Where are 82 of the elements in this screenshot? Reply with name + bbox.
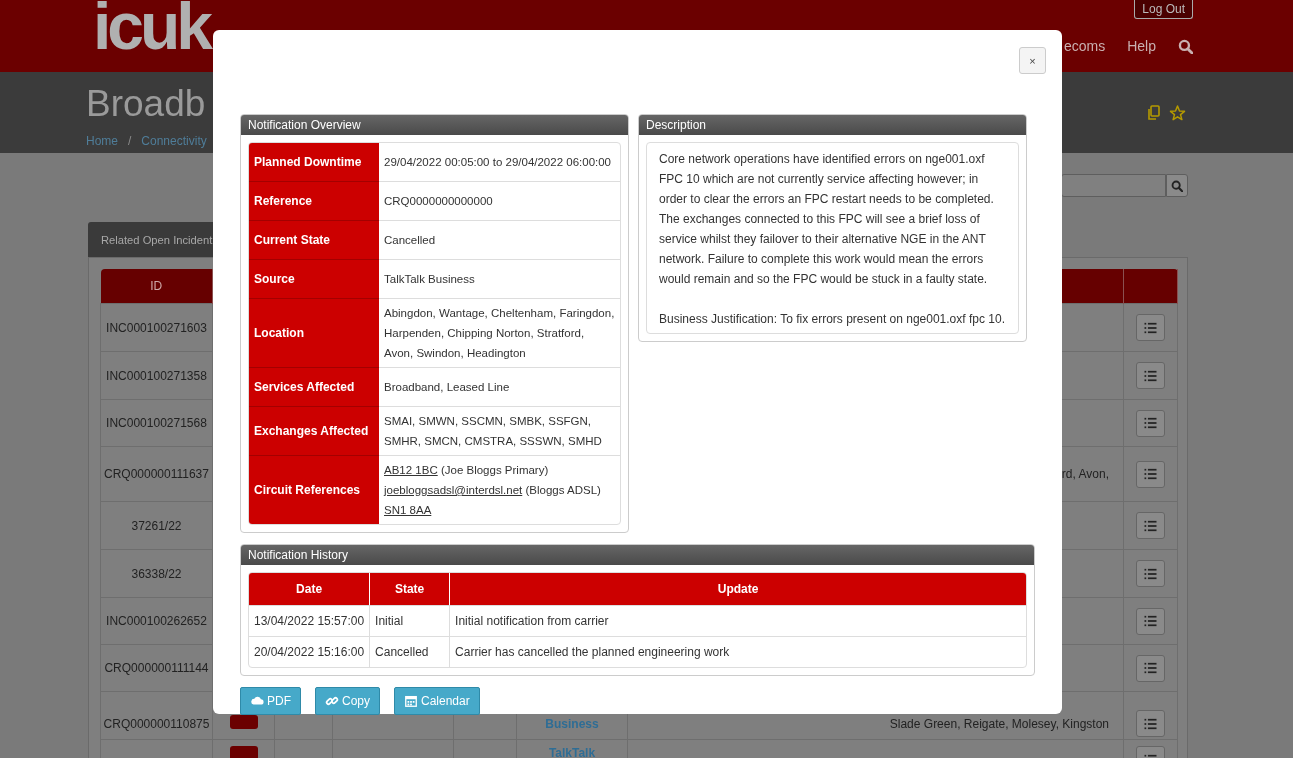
circuit-link[interactable]: AB12 1BC — [384, 464, 438, 476]
nav-link[interactable]: Help — [1127, 38, 1156, 54]
search-icon[interactable] — [1178, 38, 1193, 54]
table-cell: rd, Avon, — [1061, 467, 1109, 481]
field-value: CRQ0000000000000 — [379, 181, 620, 220]
details-button[interactable] — [1136, 710, 1165, 737]
table-cell: Initial — [369, 605, 450, 636]
column-header: Update — [449, 573, 1026, 605]
copy-icon[interactable] — [1146, 104, 1161, 121]
field-label: Current State — [249, 220, 379, 259]
details-button[interactable] — [1136, 409, 1165, 437]
close-button[interactable]: × — [1019, 47, 1046, 74]
page-title: Broadb — [86, 82, 207, 126]
details-button[interactable] — [1136, 654, 1165, 682]
column-header[interactable]: ID — [100, 269, 213, 304]
table-cell: Initial notification from carrier — [449, 605, 1026, 636]
circuit-note: (Bloggs ADSL) — [525, 484, 601, 496]
details-button[interactable] — [1136, 560, 1165, 587]
list-icon — [1144, 369, 1157, 382]
field-label: Reference — [249, 181, 379, 220]
table-cell: 20/04/2022 15:16:00 — [249, 636, 370, 667]
nav-link[interactable]: ecoms — [1063, 38, 1106, 54]
field-value: Abingdon, Wantage, Cheltenham, Faringdon, Harpenden, Chipping Norton, Stratford, Avon, Swindon, Headington — [379, 298, 620, 367]
table-cell: 13/04/2022 15:57:00 — [249, 605, 370, 636]
field-value: Cancelled — [379, 220, 620, 259]
link-icon — [325, 694, 339, 708]
list-icon — [1144, 468, 1157, 480]
field-label: Exchanges Affected — [249, 406, 379, 455]
table-cell: INC000100262652 — [106, 614, 207, 628]
search-button[interactable] — [1166, 174, 1188, 197]
table-cell: Cancelled — [369, 636, 450, 667]
details-button[interactable] — [1136, 512, 1165, 539]
list-icon — [1144, 717, 1157, 730]
table-cell: INC000100271358 — [106, 368, 207, 383]
table-cell: INC000100271568 — [106, 416, 207, 430]
field-label: Source — [249, 259, 379, 298]
field-label: Services Affected — [249, 367, 379, 406]
source-logo: Business — [545, 716, 599, 731]
list-icon — [1144, 567, 1157, 580]
field-label: Circuit References — [249, 455, 379, 524]
column-header: Date — [249, 573, 370, 605]
field-value: TalkTalk Business — [379, 259, 620, 298]
source-logo: TalkTalk — [548, 746, 596, 758]
table-cell: CRQ000000111144 — [104, 661, 209, 675]
search-icon — [1171, 179, 1183, 192]
table-cell: 36338/22 — [131, 566, 182, 581]
table-cell: INC000100271603 — [106, 320, 207, 335]
table-cell: CRQ000000111637 — [104, 467, 209, 481]
calendar-icon — [404, 694, 418, 708]
logo[interactable]: icuk — [93, 0, 210, 72]
list-icon — [1144, 519, 1157, 532]
description-text: Business Justification: To fix errors present on nge001.oxf fpc 10. — [659, 311, 1006, 328]
details-button[interactable] — [1136, 362, 1165, 389]
list-icon — [1144, 321, 1157, 334]
breadcrumb-separator: / — [128, 134, 132, 148]
field-label: Location — [249, 298, 379, 367]
list-icon — [1144, 615, 1157, 627]
panel-title: Notification History — [241, 545, 1034, 565]
table-cell: CRQ000000110875 — [103, 716, 210, 731]
star-icon[interactable] — [1169, 104, 1186, 121]
table-cell: Slade Green, Reigate, Molesey, Kingston — [889, 716, 1109, 731]
cloud-icon — [250, 694, 264, 708]
list-icon — [1144, 662, 1157, 674]
field-value: SMAI, SMWN, SSCMN, SMBK, SSFGN, SMHR, SMCN, CMSTRA, SSSWN, SMHD — [379, 406, 620, 455]
panel-title: Notification Overview — [241, 115, 628, 135]
details-button[interactable] — [1136, 607, 1165, 635]
table-cell: Carrier has cancelled the planned engineering work — [449, 636, 1026, 667]
panel-title: Description — [639, 115, 1026, 135]
circuit-note: (Joe Bloggs Primary) — [440, 464, 549, 476]
field-value: Broadband, Leased Line — [379, 367, 620, 406]
field-value: 29/04/2022 00:05:00 to 29/04/2022 06:00:00 — [383, 155, 612, 170]
search-field[interactable] — [1061, 174, 1166, 197]
details-button[interactable] — [1136, 460, 1165, 488]
list-icon — [1144, 417, 1157, 429]
description-text: Core network operations have identified errors on nge001.oxf FPC 10 which are not currently service affecting however; in order to clear the errors an FPC restart needs to be completed. The exchanges connected to this FPC will see a brief loss of service whilst they failover to their alternative NGE in the ANT network. Failure to complete this work would mean the errors would remain and so the FPC would be stuck in a faulty state. — [659, 151, 995, 288]
circuit-link[interactable]: SN1 8AA — [384, 504, 432, 516]
field-label: Planned Downtime — [249, 143, 379, 181]
circuit-link[interactable]: joebloggsadsl@interdsl.net — [384, 484, 523, 496]
table-cell: 37261/22 — [131, 518, 182, 533]
column-header: State — [369, 573, 450, 605]
details-button[interactable] — [1136, 314, 1165, 341]
logout-button[interactable]: Log Out — [1134, 0, 1193, 19]
